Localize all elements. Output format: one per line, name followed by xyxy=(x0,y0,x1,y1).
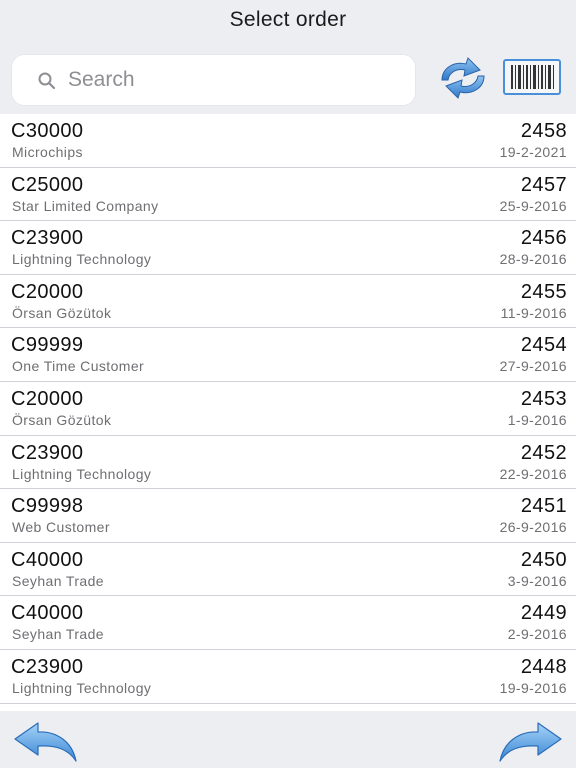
order-customer-name: One Time Customer xyxy=(12,358,145,375)
order-date: 22-9-2016 xyxy=(499,465,567,482)
search-icon xyxy=(38,72,56,90)
order-row[interactable]: C99998 Web Customer 2451 26-9-2016 xyxy=(0,489,576,543)
order-date: 1-9-2016 xyxy=(507,411,567,428)
page-title: Select order xyxy=(229,8,347,31)
order-row[interactable]: C23900 Lightning Technology 2448 19-9-20… xyxy=(0,650,576,704)
order-date: 25-9-2016 xyxy=(499,197,567,214)
order-number: 2453 xyxy=(520,387,567,410)
order-customer-name: Lightning Technology xyxy=(12,465,152,482)
order-customer-code: C23900 xyxy=(11,227,84,250)
order-number: 2448 xyxy=(520,655,567,678)
order-customer-name: Örsan Gözütok xyxy=(12,411,112,428)
order-customer-code: C40000 xyxy=(11,548,84,571)
order-date: 28-9-2016 xyxy=(499,251,567,268)
order-number: 2454 xyxy=(520,334,567,357)
back-arrow-icon xyxy=(14,722,77,762)
order-number: 2455 xyxy=(520,280,567,303)
order-customer-code: C20000 xyxy=(11,387,84,410)
barcode-button[interactable] xyxy=(503,59,561,95)
order-row[interactable]: C23900 Lightning Technology 2456 28-9-20… xyxy=(0,221,576,275)
order-customer-name: Seyhan Trade xyxy=(12,572,104,589)
refresh-button[interactable] xyxy=(432,56,494,100)
order-row[interactable]: C40000 Seyhan Trade 2450 3-9-2016 xyxy=(0,543,576,597)
order-row[interactable]: C30000 Microchips 2458 19-2-2021 xyxy=(0,114,576,168)
refresh-icon xyxy=(441,57,485,99)
search-input[interactable]: Search xyxy=(12,55,415,105)
order-number: 2458 xyxy=(520,120,567,142)
order-customer-name: Seyhan Trade xyxy=(12,626,104,643)
order-date: 27-9-2016 xyxy=(499,358,567,375)
order-customer-code: C25000 xyxy=(11,173,84,196)
order-list: C30000 Microchips 2458 19-2-2021 C25000 … xyxy=(0,114,576,711)
order-row[interactable]: C20000 Örsan Gözütok 2453 1-9-2016 xyxy=(0,382,576,436)
order-customer-name: Web Customer xyxy=(12,519,110,536)
search-placeholder: Search xyxy=(68,68,135,91)
order-customer-code: C40000 xyxy=(11,602,84,625)
order-number: 2449 xyxy=(520,602,567,625)
forward-arrow-icon xyxy=(499,722,562,762)
order-row[interactable]: C23900 Lightning Technology 2452 22-9-20… xyxy=(0,436,576,490)
order-row[interactable]: C40000 Seyhan Trade 2449 2-9-2016 xyxy=(0,596,576,650)
order-date: 2-9-2016 xyxy=(507,626,567,643)
footer-bar xyxy=(0,711,576,768)
order-customer-code: C99999 xyxy=(11,334,84,357)
order-number: 2452 xyxy=(520,441,567,464)
order-customer-code: C99998 xyxy=(11,495,84,518)
order-number: 2450 xyxy=(520,548,567,571)
order-number: 2456 xyxy=(520,227,567,250)
order-customer-name: Lightning Technology xyxy=(12,251,152,268)
order-number: 2457 xyxy=(520,173,567,196)
forward-button[interactable] xyxy=(496,719,564,765)
order-customer-code: C23900 xyxy=(11,441,84,464)
order-customer-code: C30000 xyxy=(11,120,84,142)
order-date: 26-9-2016 xyxy=(499,519,567,536)
barcode-icon xyxy=(503,59,561,95)
order-customer-name: Microchips xyxy=(12,144,83,160)
order-date: 19-9-2016 xyxy=(499,679,567,696)
order-customer-name: Star Limited Company xyxy=(12,197,159,214)
order-date: 11-9-2016 xyxy=(500,304,567,321)
order-row[interactable]: C99999 One Time Customer 2454 27-9-2016 xyxy=(0,328,576,382)
order-date: 3-9-2016 xyxy=(507,572,567,589)
order-customer-code: C23900 xyxy=(11,655,84,678)
order-customer-name: Lightning Technology xyxy=(12,679,152,696)
order-row[interactable]: C20000 Örsan Gözütok 2455 11-9-2016 xyxy=(0,275,576,329)
order-number: 2451 xyxy=(520,495,567,518)
order-row[interactable]: C25000 Star Limited Company 2457 25-9-20… xyxy=(0,168,576,222)
order-customer-code: C20000 xyxy=(11,280,84,303)
order-customer-name: Örsan Gözütok xyxy=(12,304,112,321)
back-button[interactable] xyxy=(12,719,80,765)
order-date: 19-2-2021 xyxy=(499,144,567,160)
header-bar: Select order Search xyxy=(0,0,576,114)
